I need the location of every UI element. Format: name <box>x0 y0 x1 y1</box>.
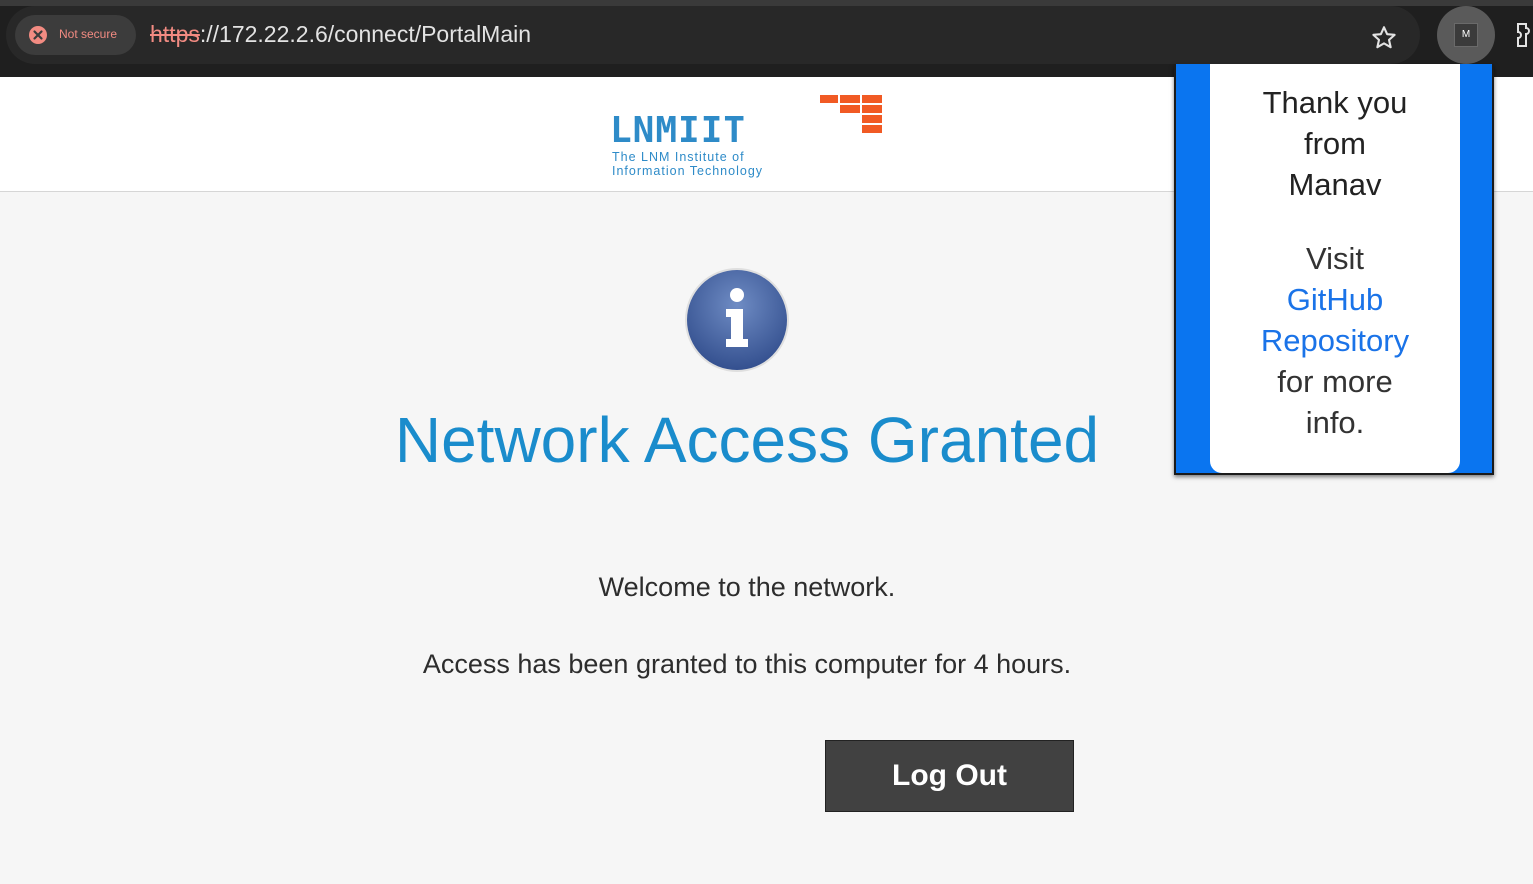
github-repository-link[interactable]: GitHub Repository <box>1210 279 1460 361</box>
popup-card: Thank you from Manav Visit GitHub Reposi… <box>1210 64 1460 473</box>
logo-wordmark: LNMIIT <box>610 110 747 151</box>
security-label: Not secure <box>59 27 118 41</box>
thanks-line-2: from <box>1304 126 1366 161</box>
github-link-line-2[interactable]: Repository <box>1210 320 1460 361</box>
welcome-message: Welcome to the network. <box>598 572 896 602</box>
visit-message: Visit GitHub Repository for more info. <box>1210 238 1460 443</box>
extension-initial: M <box>1454 23 1478 47</box>
visit-word: Visit <box>1305 241 1364 276</box>
logo-tagline-1: The LNM Institute of <box>612 150 745 164</box>
lnmiit-logo: LNMIIT The LNM Institute of Information … <box>608 94 888 179</box>
more-info-line-1: for more <box>1277 364 1393 399</box>
more-info-line-2: info. <box>1305 405 1365 440</box>
thanks-line-3: Manav <box>1288 167 1382 202</box>
bookmark-star-icon[interactable] <box>1370 24 1398 52</box>
github-link-line-1[interactable]: GitHub <box>1210 279 1460 320</box>
log-out-button[interactable]: Log Out <box>825 740 1074 812</box>
logo-blocks-icon <box>820 95 882 133</box>
extension-avatar-button[interactable]: M <box>1437 6 1495 64</box>
url-scheme: https <box>150 21 200 47</box>
thanks-message: Thank you from Manav <box>1210 82 1460 205</box>
extensions-puzzle-icon[interactable] <box>1512 18 1533 52</box>
not-secure-icon <box>29 26 47 44</box>
url-path: ://172.22.2.6/connect/PortalMain <box>199 21 532 47</box>
address-bar[interactable]: Not secure https://172.22.2.6/connect/Po… <box>6 6 1420 64</box>
access-duration-message: Access has been granted to this computer… <box>422 649 1072 679</box>
info-icon <box>685 268 789 372</box>
thanks-line-1: Thank you <box>1262 85 1408 120</box>
extension-popup: Thank you from Manav Visit GitHub Reposi… <box>1174 64 1494 475</box>
logo-tagline-2: Information Technology <box>612 164 764 178</box>
url-text[interactable]: https://172.22.2.6/connect/PortalMain <box>150 21 531 48</box>
security-chip[interactable]: Not secure <box>15 15 136 55</box>
